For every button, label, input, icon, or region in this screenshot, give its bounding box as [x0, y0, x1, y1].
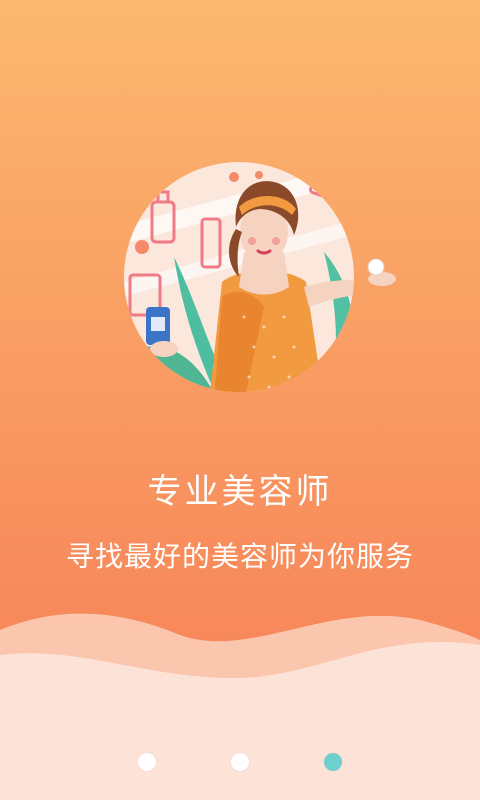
- page-dot-2[interactable]: [231, 753, 249, 771]
- beautician-illustration: [124, 162, 396, 392]
- onboarding-title: 专业美容师: [147, 472, 333, 512]
- page-dot-1[interactable]: [138, 753, 156, 771]
- onboarding-screen: 专业美容师 寻找最好的美容师为你服务: [0, 0, 480, 800]
- onboarding-subtitle: 寻找最好的美容师为你服务: [65, 540, 414, 573]
- page-dot-3-active[interactable]: [324, 753, 342, 771]
- page-indicator: [0, 753, 480, 773]
